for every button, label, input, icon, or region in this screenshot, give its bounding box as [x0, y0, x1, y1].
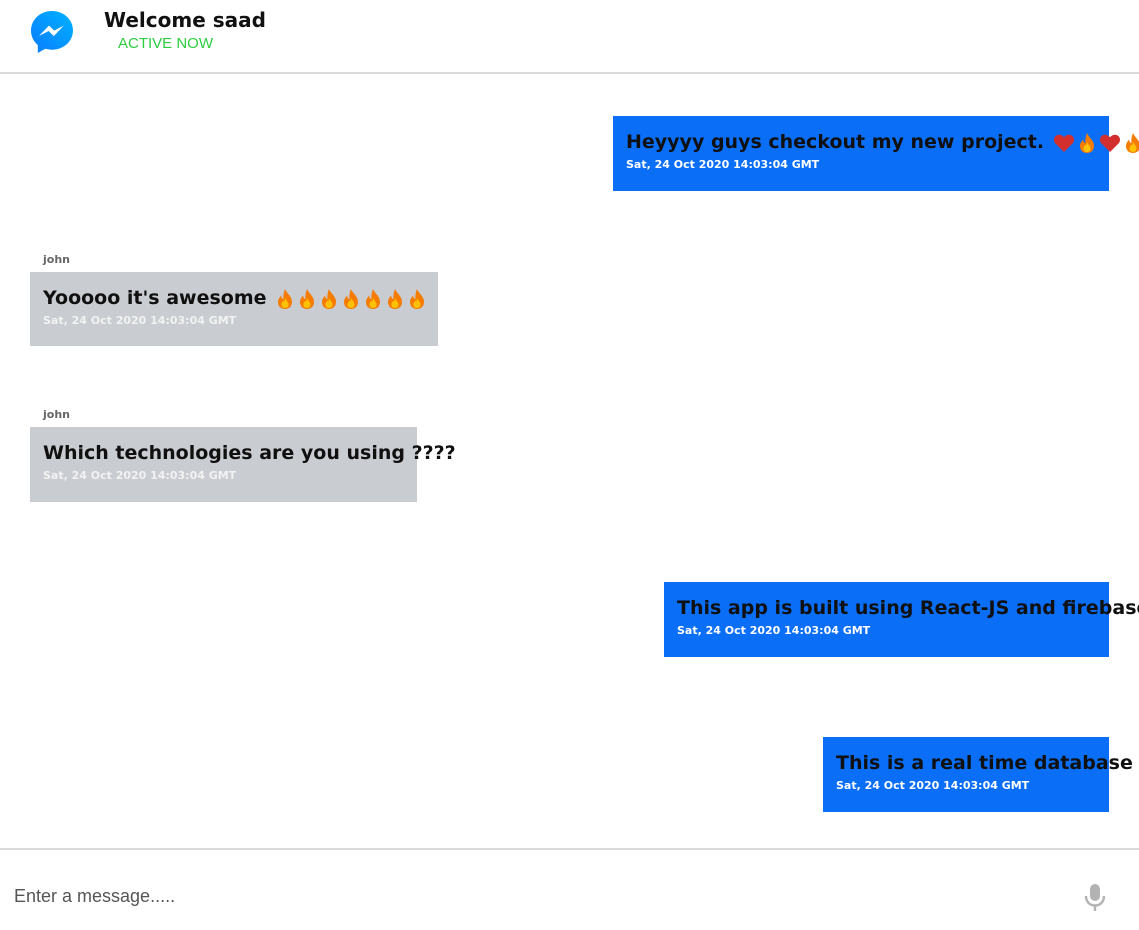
message-list[interactable]: Heyyyy guys checkout my new project. Sat… — [0, 76, 1139, 848]
sender-name: john — [43, 408, 70, 421]
message-bubble-outgoing: Heyyyy guys checkout my new project. Sat… — [613, 116, 1139, 191]
message-text: Heyyyy guys checkout my new project. — [626, 129, 1139, 155]
message-timestamp: Sat, 24 Oct 2020 14:03:04 GMT — [836, 779, 1030, 792]
fire-emoji-icon — [322, 288, 337, 309]
message-bubble-incoming: Which technologies are you using ???? Sa… — [30, 427, 456, 502]
fire-emoji-icon — [1079, 132, 1094, 153]
emoji-group — [1044, 131, 1139, 153]
fire-emoji-icon — [410, 288, 425, 309]
message-timestamp: Sat, 24 Oct 2020 14:03:04 GMT — [626, 158, 820, 171]
message-text: This app is built using React-JS and fir… — [677, 597, 1139, 619]
messenger-logo — [0, 0, 104, 60]
message-timestamp: Sat, 24 Oct 2020 14:03:04 GMT — [43, 469, 237, 482]
emoji-group — [273, 287, 427, 309]
fire-emoji-icon — [300, 288, 315, 309]
active-status: ACTIVE NOW — [118, 35, 214, 52]
message-bubble-outgoing: This is a real time database Sat, 24 Oct… — [823, 737, 1133, 812]
fire-emoji-icon — [388, 288, 403, 309]
message-timestamp: Sat, 24 Oct 2020 14:03:04 GMT — [43, 314, 237, 327]
chat-header: Welcome saad ACTIVE NOW — [0, 0, 1139, 74]
messenger-logo-icon — [31, 11, 73, 53]
message-text: Which technologies are you using ???? — [43, 442, 456, 464]
fire-emoji-icon — [344, 288, 359, 309]
fire-emoji-icon — [1125, 132, 1139, 153]
message-input[interactable] — [14, 880, 1054, 912]
heart-emoji-icon — [1099, 134, 1120, 152]
message-text: This is a real time database — [836, 752, 1133, 774]
sender-name: john — [43, 253, 70, 266]
chat-app: Welcome saad ACTIVE NOW Heyyyy guys chec… — [0, 0, 1139, 930]
heart-emoji-icon — [1053, 134, 1074, 152]
fire-emoji-icon — [366, 288, 381, 309]
message-timestamp: Sat, 24 Oct 2020 14:03:04 GMT — [677, 624, 871, 637]
microphone-button[interactable] — [1082, 882, 1108, 914]
fire-emoji-icon — [278, 288, 293, 309]
message-bubble-incoming: Yooooo it's awesome Sat, 24 Oct 2020 14:… — [30, 272, 438, 346]
message-composer — [0, 848, 1139, 930]
message-bubble-outgoing: This app is built using React-JS and fir… — [664, 582, 1139, 657]
microphone-icon — [1084, 884, 1106, 911]
header-title: Welcome saad — [104, 8, 266, 32]
message-text: Yooooo it's awesome — [43, 285, 425, 311]
